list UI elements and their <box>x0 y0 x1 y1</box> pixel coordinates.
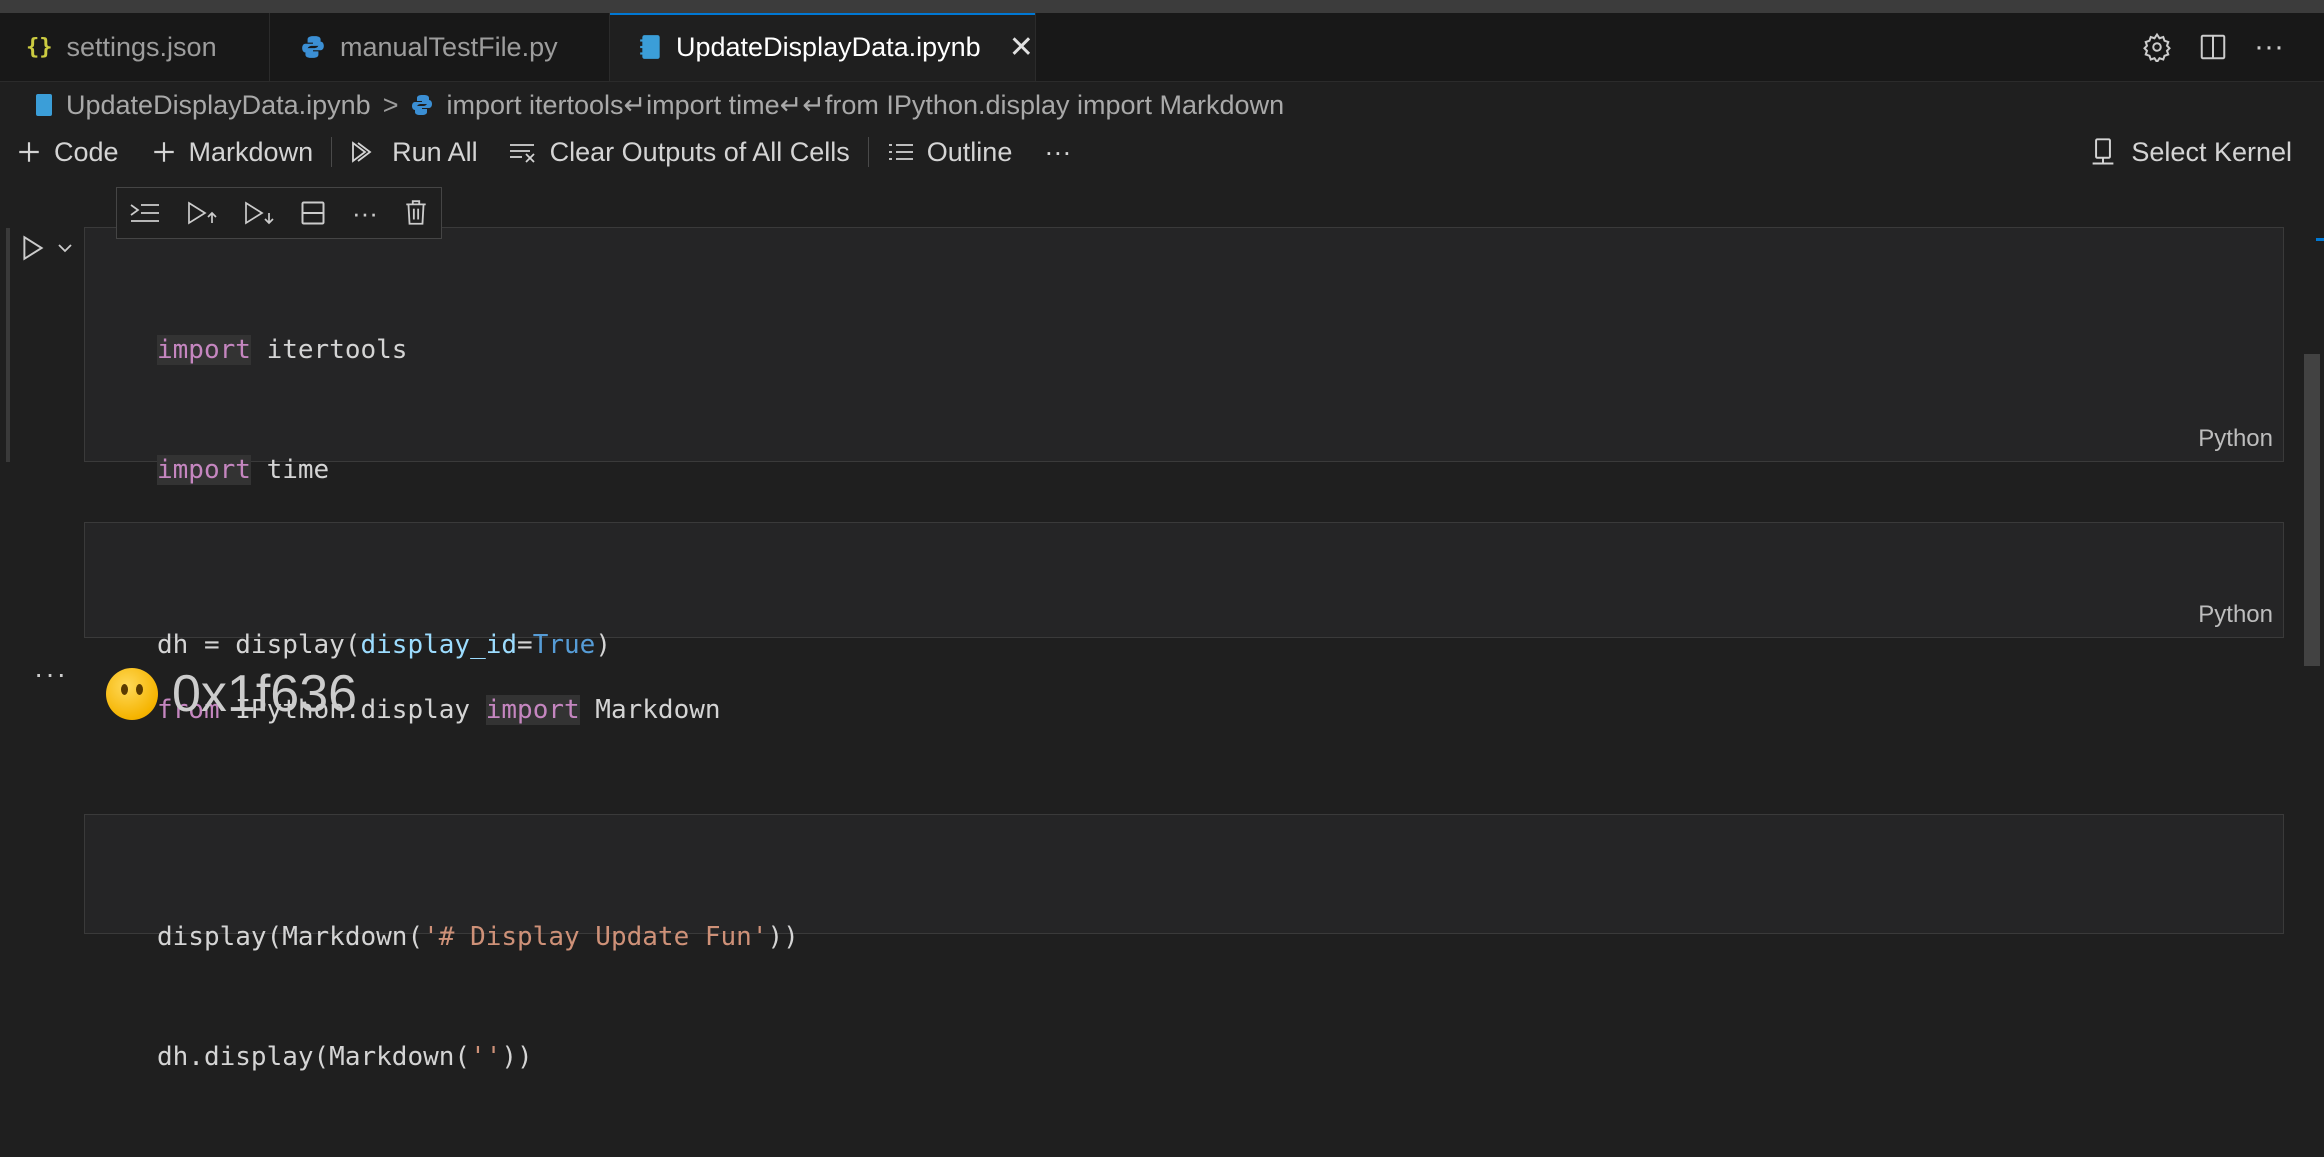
clear-outputs-label: Clear Outputs of All Cells <box>549 136 850 167</box>
string-literal: '' <box>470 1042 502 1072</box>
code-text: dh.display(Markdown( <box>157 1042 471 1072</box>
code-text: ) <box>595 630 611 660</box>
cell-toolbar: ··· <box>116 187 442 239</box>
title-bar <box>0 0 2324 13</box>
code-text: itertools <box>250 335 408 365</box>
select-kernel-label: Select Kernel <box>2131 136 2292 167</box>
more-actions-button[interactable]: ··· <box>1044 137 1071 168</box>
tab-label: manualTestFile.py <box>340 31 558 62</box>
run-all-icon <box>350 139 380 165</box>
clear-all-icon <box>508 139 538 165</box>
tab-label: UpdateDisplayData.ipynb <box>676 31 981 62</box>
kernel-icon <box>2089 137 2117 167</box>
tab-update-display-data[interactable]: UpdateDisplayData.ipynb ✕ <box>610 13 1036 81</box>
add-markdown-label: Markdown <box>188 136 314 167</box>
face-without-mouth-emoji-icon <box>106 668 158 720</box>
output-heading: 0x1f636 <box>172 665 358 723</box>
more-icon[interactable]: ··· <box>2254 32 2284 62</box>
code-cell[interactable]: display(Markdown('# Display Update Fun')… <box>84 814 2284 1072</box>
code-text: )) <box>767 922 799 952</box>
clear-outputs-button[interactable]: Clear Outputs of All Cells <box>508 137 850 168</box>
notebook-icon <box>34 93 54 117</box>
code-text: time <box>250 455 330 485</box>
run-all-label: Run All <box>392 136 478 167</box>
tab-settings-json[interactable]: {} settings.json <box>0 13 270 81</box>
execute-above-icon[interactable] <box>129 199 161 227</box>
cell-language-label[interactable]: Python <box>2198 425 2273 453</box>
vertical-scrollbar[interactable] <box>2302 174 2324 894</box>
delete-icon[interactable] <box>403 199 429 227</box>
run-all-button[interactable]: Run All <box>350 137 478 168</box>
toolbar-divider <box>331 137 333 167</box>
code-line: dh = display(display_id=True) <box>157 625 611 665</box>
code-text: )) <box>501 1042 533 1072</box>
parameter: display_id <box>360 630 518 660</box>
keyword: import <box>157 335 251 365</box>
plus-icon <box>16 139 42 165</box>
select-kernel-button[interactable]: Select Kernel <box>2089 130 2292 174</box>
code-cell[interactable]: dh = display(display_id=True) Python <box>84 522 2284 660</box>
tab-bar: {} settings.json manualTestFile.py Updat… <box>0 13 2324 82</box>
split-cell-icon[interactable] <box>299 199 327 227</box>
editor-actions: ··· <box>2142 13 2324 81</box>
add-code-label: Code <box>54 136 119 167</box>
code-text: display(Markdown( <box>157 922 424 952</box>
json-braces-icon: {} <box>26 34 53 60</box>
toolbar-divider <box>867 137 869 167</box>
more-icon: ··· <box>1044 136 1072 167</box>
run-cell-button[interactable] <box>20 234 74 262</box>
cell-language-label[interactable]: Python <box>2198 601 2273 629</box>
scrollbar-marker <box>2316 238 2324 241</box>
keyword: import <box>157 455 251 485</box>
plus-icon <box>151 139 177 165</box>
python-icon <box>300 34 326 60</box>
string-literal: '# Display Update Fun' <box>423 922 768 952</box>
tab-manual-test-file[interactable]: manualTestFile.py <box>270 13 610 81</box>
cell-editor[interactable]: display(Markdown('# Display Update Fun')… <box>157 837 799 1157</box>
constant: True <box>532 630 596 660</box>
code-cell[interactable]: import itertools import time from IPytho… <box>84 227 2284 725</box>
list-icon <box>887 139 915 165</box>
run-above-icon[interactable] <box>186 199 218 227</box>
outline-button[interactable]: Outline <box>887 136 1013 168</box>
tab-label: settings.json <box>66 31 217 62</box>
code-text: = <box>517 630 533 660</box>
add-code-cell-button[interactable]: Code <box>16 137 119 168</box>
split-editor-icon[interactable] <box>2198 32 2228 62</box>
code-line: dh.display(Markdown('')) <box>157 1037 799 1077</box>
scrollbar-thumb[interactable] <box>2304 354 2320 666</box>
play-icon <box>23 235 44 261</box>
gear-icon[interactable] <box>2142 32 2172 62</box>
code-line: import time <box>157 450 721 490</box>
close-icon[interactable]: ✕ <box>1009 30 1034 65</box>
code-line: import itertools <box>157 330 721 370</box>
more-icon[interactable]: ··· <box>352 200 378 226</box>
breadcrumb: UpdateDisplayData.ipynb > import itertoo… <box>34 87 1284 123</box>
cell-focus-indicator <box>6 228 10 462</box>
outline-label: Outline <box>926 136 1013 167</box>
breadcrumb-file[interactable]: UpdateDisplayData.ipynb <box>66 90 371 121</box>
breadcrumb-symbol[interactable]: import itertools↵import time↵↵from IPyth… <box>446 90 1284 121</box>
output-actions-button[interactable]: ··· <box>34 658 68 690</box>
notebook-icon <box>640 34 662 60</box>
code-line: display(Markdown('# Display Update Fun')… <box>157 917 799 957</box>
markdown-output: 0x1f636 <box>106 664 357 724</box>
chevron-right-icon: > <box>382 89 399 120</box>
notebook-toolbar: Code Markdown Run All Clear Outputs of A… <box>0 130 2324 174</box>
code-text: dh = display( <box>157 630 361 660</box>
chevron-down-icon[interactable] <box>56 241 74 255</box>
run-below-icon[interactable] <box>243 199 275 227</box>
python-icon <box>410 93 434 117</box>
add-markdown-cell-button[interactable]: Markdown <box>151 136 314 168</box>
